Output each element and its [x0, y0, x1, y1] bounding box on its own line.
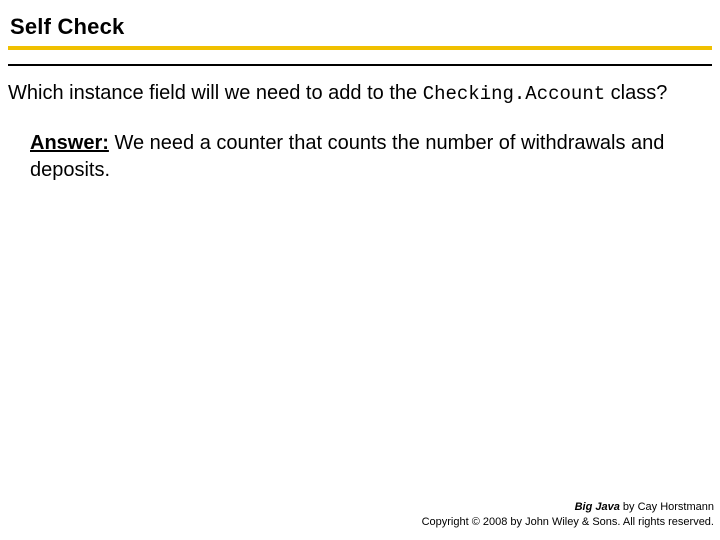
- slide-title: Self Check: [8, 14, 712, 46]
- footer-copyright: Copyright © 2008 by John Wiley & Sons. A…: [422, 515, 714, 530]
- question-prefix: Which instance field will we need to add…: [8, 82, 423, 104]
- question-text: Which instance field will we need to add…: [8, 66, 712, 108]
- accent-bar: [8, 46, 712, 50]
- answer-block: Answer: We need a counter that counts th…: [8, 108, 712, 184]
- answer-label: Answer:: [30, 132, 109, 154]
- footer-line1: Big Java by Cay Horstmann: [422, 500, 714, 515]
- book-title: Big Java: [575, 501, 620, 513]
- footer: Big Java by Cay Horstmann Copyright © 20…: [422, 500, 714, 530]
- title-block: Self Check: [8, 14, 712, 50]
- code-literal: Checking.Account: [423, 83, 605, 105]
- question-suffix: class?: [605, 82, 667, 104]
- answer-text: We need a counter that counts the number…: [30, 132, 664, 181]
- byline: by Cay Horstmann: [620, 501, 714, 513]
- slide: Self Check Which instance field will we …: [0, 0, 720, 540]
